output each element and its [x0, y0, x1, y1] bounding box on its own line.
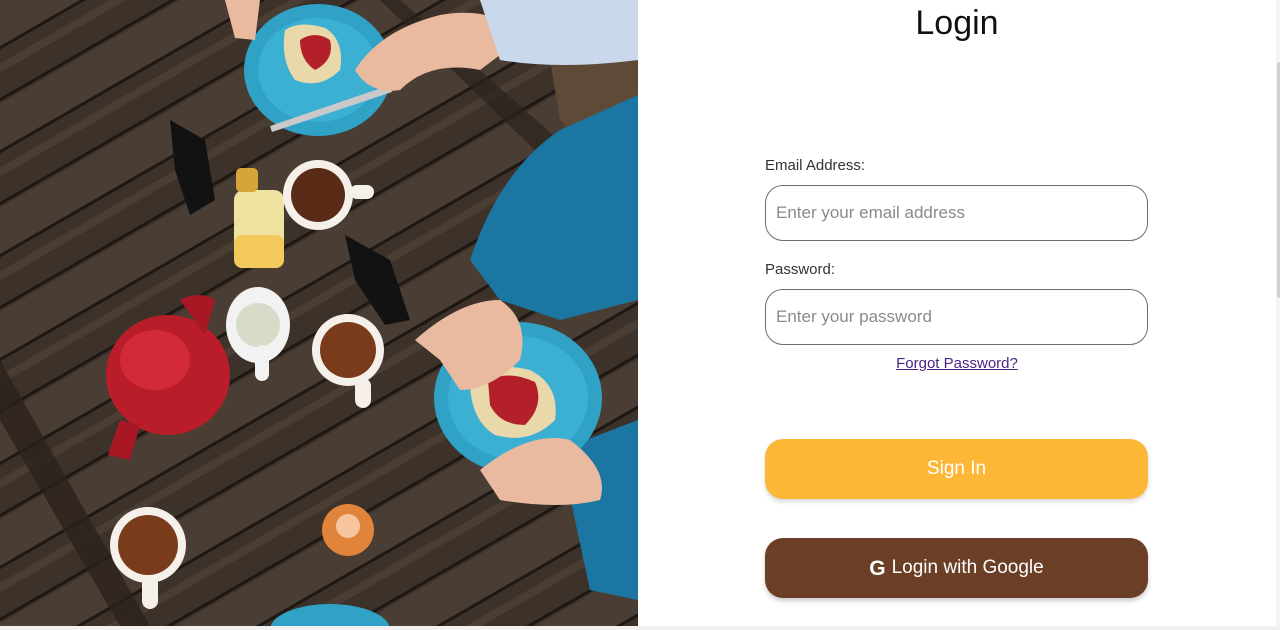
- sign-in-label: Sign In: [926, 458, 987, 479]
- email-label: Email Address:: [765, 157, 866, 174]
- password-input[interactable]: [765, 289, 1148, 345]
- page-title: Login: [915, 4, 999, 42]
- login-with-google-button[interactable]: G Login with Google: [765, 538, 1148, 598]
- forgot-password-link[interactable]: Forgot Password?: [638, 355, 1276, 372]
- google-g-icon: G: [869, 556, 886, 580]
- login-page: Login Email Address: Password: Forgot Pa…: [0, 0, 1280, 630]
- vertical-scrollbar[interactable]: [1276, 0, 1280, 630]
- login-with-google-label: Login with Google: [891, 557, 1044, 578]
- login-panel: Login Email Address: Password: Forgot Pa…: [638, 0, 1276, 630]
- password-label: Password:: [765, 261, 836, 278]
- email-input[interactable]: [765, 185, 1148, 241]
- bottom-edge: [0, 626, 1280, 630]
- sign-in-button[interactable]: Sign In: [765, 439, 1148, 499]
- hero-photo: [0, 0, 638, 626]
